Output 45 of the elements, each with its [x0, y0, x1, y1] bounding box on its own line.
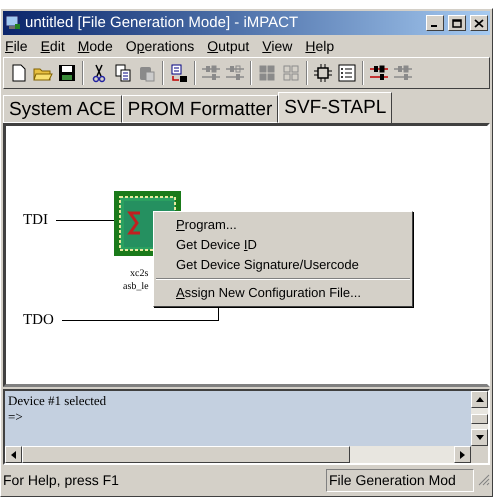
scroll-thumb[interactable]: [471, 414, 488, 424]
log-line: =>: [8, 409, 24, 425]
scroll-thumb[interactable]: [22, 446, 350, 463]
log-line: Device #1 selected: [8, 393, 108, 409]
maximize-icon: [452, 18, 462, 28]
app-icon: [5, 15, 21, 31]
up-arrow-icon: [476, 397, 484, 402]
close-icon: [474, 18, 484, 28]
maximize-button[interactable]: [448, 15, 466, 31]
chip-icon[interactable]: [312, 62, 334, 84]
status-text: For Help, press F1: [3, 470, 120, 490]
scroll-down-button[interactable]: [471, 429, 488, 446]
tab[interactable]: SVF-STAPL: [278, 92, 392, 124]
tdi-label: TDI: [23, 211, 48, 230]
scroll-right-button[interactable]: [454, 446, 471, 463]
minimize-button[interactable]: [426, 15, 444, 31]
menu-item[interactable]: Output: [207, 36, 250, 56]
menu-item[interactable]: Edit: [40, 36, 65, 56]
tab[interactable]: PROM Formatter: [122, 95, 278, 123]
tdi-wire: [56, 220, 114, 221]
menu-item[interactable]: Help: [305, 36, 334, 56]
resize-grip-icon: [478, 474, 490, 486]
right-arrow-icon: [460, 450, 465, 458]
window-title: untitled [File Generation Mode] - iMPACT: [25, 12, 300, 33]
device-file-label: asb_le: [123, 280, 149, 294]
menu-item[interactable]: File: [5, 36, 28, 56]
context-menu-item[interactable]: Get Device ID: [154, 235, 412, 255]
tdo-label: TDO: [23, 311, 54, 330]
list-icon[interactable]: [336, 62, 358, 84]
tab[interactable]: System ACE: [3, 95, 122, 123]
context-menu-item[interactable]: Assign New Configuration File...: [154, 283, 412, 303]
minimize-icon: [431, 25, 437, 27]
scroll-up-button[interactable]: [471, 391, 488, 408]
menu-item[interactable]: Operations: [126, 36, 194, 56]
mode-indicator: File Generation Mod: [326, 468, 474, 492]
left-arrow-icon: [11, 450, 16, 458]
scroll-left-button[interactable]: [5, 446, 22, 463]
menu-item[interactable]: Mode: [78, 36, 113, 56]
save-icon[interactable]: [56, 62, 78, 84]
context-menu-item[interactable]: Get Device Signature/Usercode: [154, 255, 412, 275]
down-arrow-icon: [476, 435, 484, 440]
menu-item[interactable]: View: [262, 36, 292, 56]
close-button[interactable]: [470, 15, 488, 31]
device-part-label: xc2s: [130, 267, 148, 281]
context-menu-item[interactable]: Program...: [154, 215, 412, 235]
